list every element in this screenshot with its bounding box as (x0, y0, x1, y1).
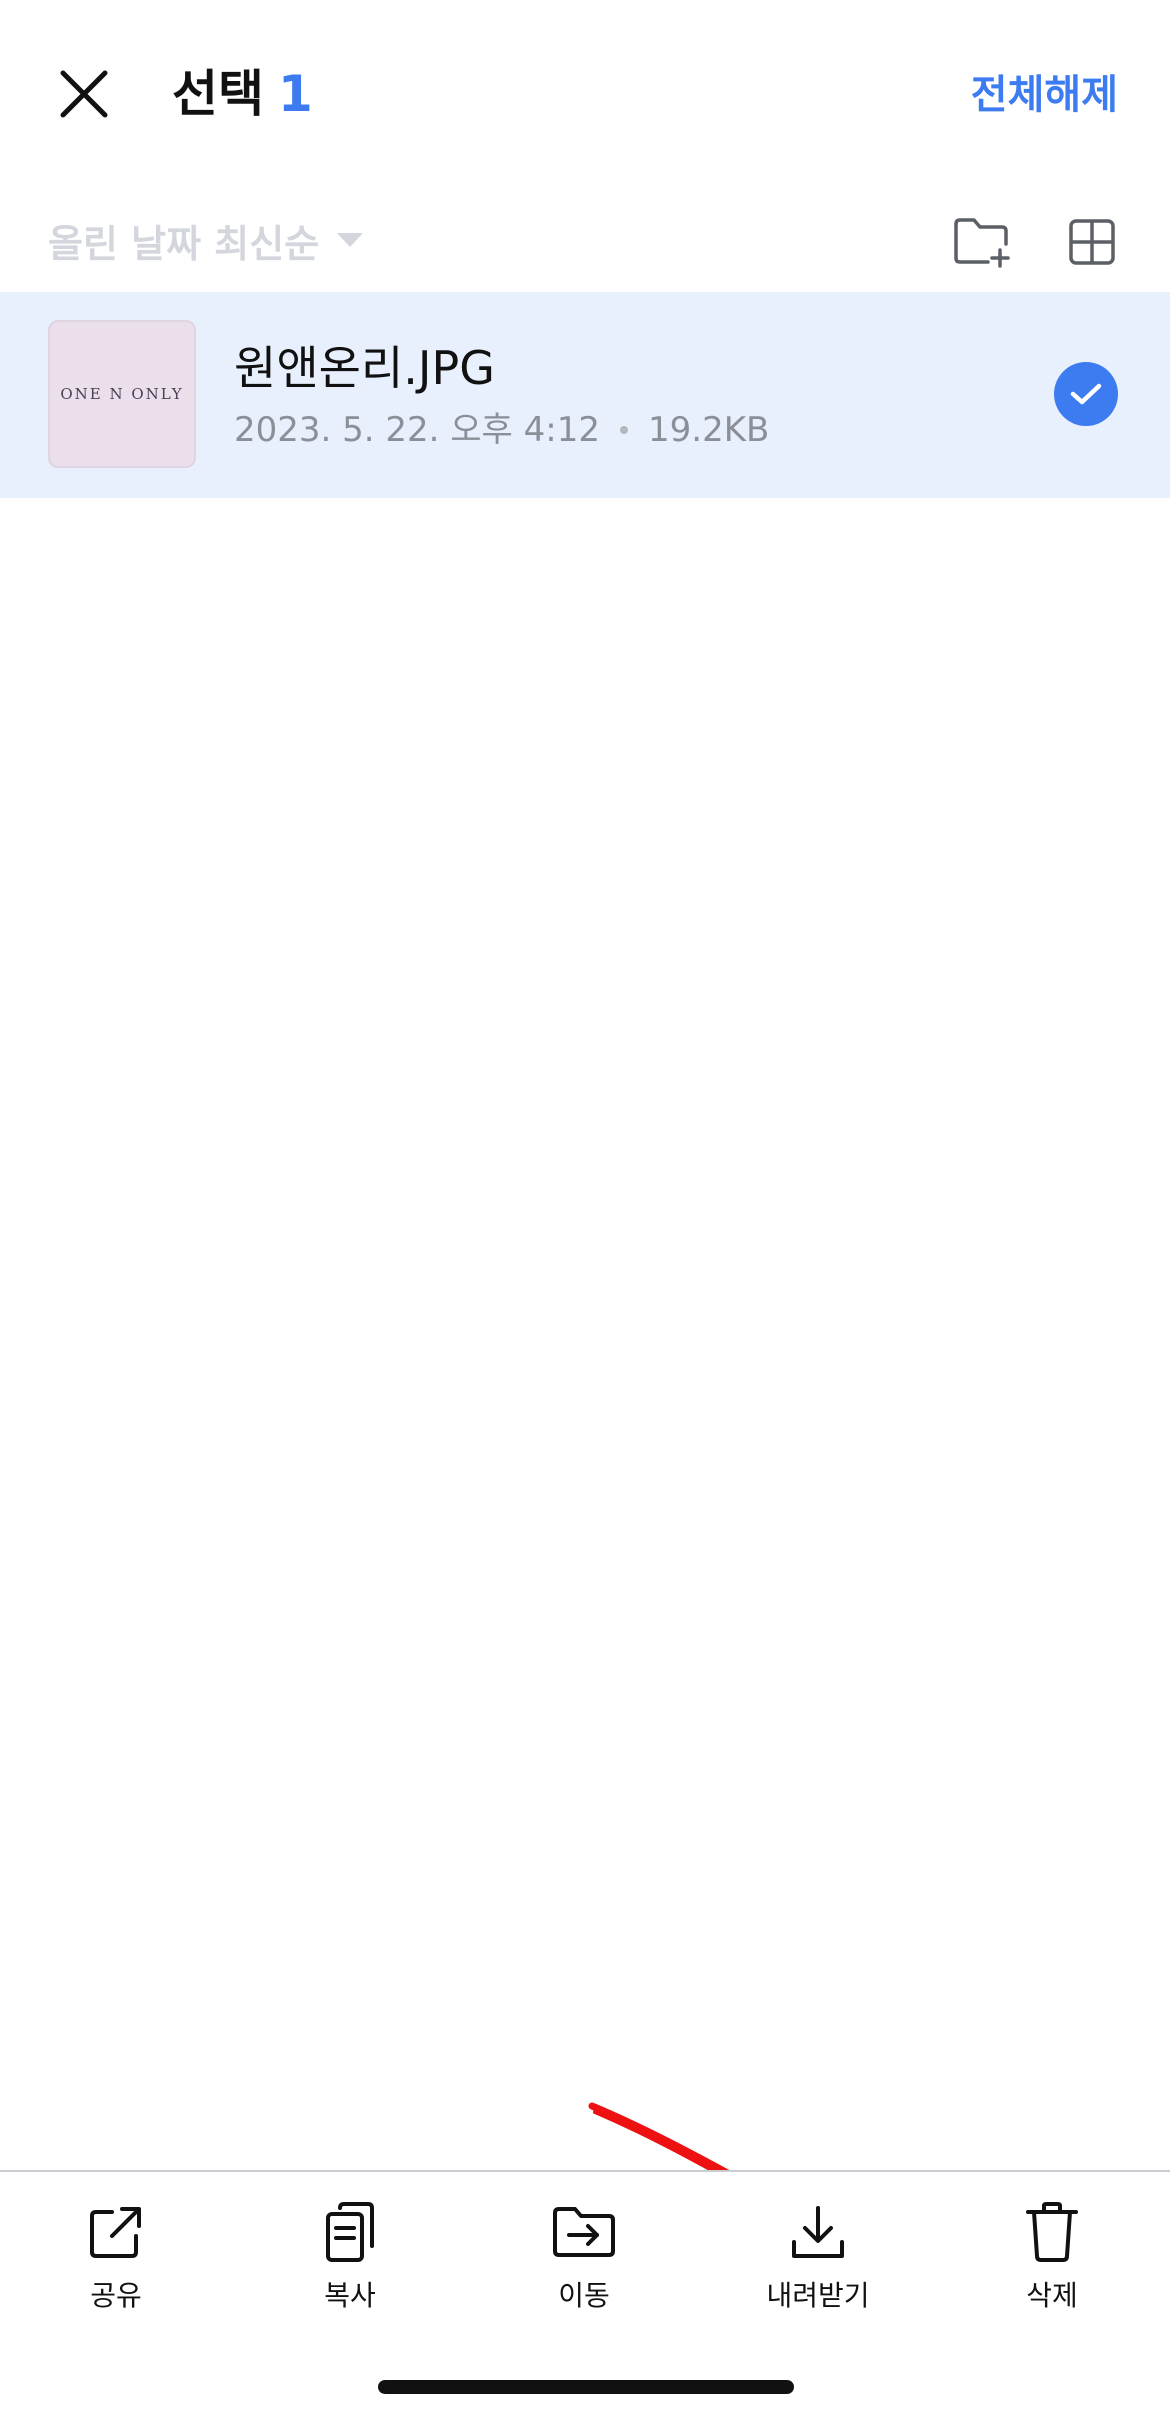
move-button[interactable]: 이동 (484, 2196, 684, 2326)
file-date: 2023. 5. 22. 오후 4:12 (234, 410, 600, 450)
file-size: 19.2KB (648, 410, 770, 450)
grid-view-icon (1069, 219, 1115, 265)
header: 선택 1 전체해제 (0, 0, 1170, 190)
delete-label: 삭제 (1026, 2279, 1078, 2312)
file-thumbnail: ONE N ONLY (48, 320, 196, 468)
deselect-all-button[interactable]: 전체해제 (971, 62, 1118, 128)
copy-icon (314, 2196, 386, 2268)
share-button[interactable]: 공유 (16, 2196, 216, 2326)
thumbnail-logo: ONE N ONLY (60, 385, 184, 403)
new-folder-button[interactable] (942, 202, 1022, 282)
selected-checkbox[interactable] (1054, 362, 1118, 426)
delete-button[interactable]: 삭제 (952, 2196, 1152, 2326)
checkmark-icon (1070, 383, 1102, 405)
download-button[interactable]: 내려받기 (718, 2196, 918, 2326)
close-icon (60, 70, 108, 118)
sort-bar: 올린 날짜 최신순 (0, 190, 1170, 290)
close-button[interactable] (44, 50, 124, 138)
folder-plus-icon (954, 218, 1010, 268)
title-text: 선택 (172, 65, 264, 123)
copy-button[interactable]: 복사 (250, 2196, 450, 2326)
download-label: 내려받기 (766, 2279, 870, 2312)
grid-view-button[interactable] (1052, 202, 1132, 282)
move-folder-icon (548, 2196, 620, 2268)
caret-down-icon (337, 233, 364, 247)
file-name: 원앤온리.JPG (234, 341, 495, 395)
move-label: 이동 (558, 2279, 610, 2312)
file-row[interactable]: ONE N ONLY 원앤온리.JPG 2023. 5. 22. 오후 4:12… (0, 292, 1170, 498)
home-indicator (378, 2380, 794, 2394)
download-icon (782, 2196, 854, 2268)
page-title: 선택 1 (172, 58, 313, 130)
file-meta: 2023. 5. 22. 오후 4:12 19.2KB (234, 406, 769, 454)
selected-count: 1 (278, 65, 313, 123)
share-label: 공유 (90, 2279, 142, 2312)
share-icon (80, 2196, 152, 2268)
meta-separator (620, 426, 628, 434)
copy-label: 복사 (324, 2279, 376, 2312)
trash-icon (1016, 2196, 1088, 2268)
sort-dropdown[interactable]: 올린 날짜 최신순 (48, 204, 364, 276)
sort-label: 올린 날짜 최신순 (48, 221, 320, 266)
